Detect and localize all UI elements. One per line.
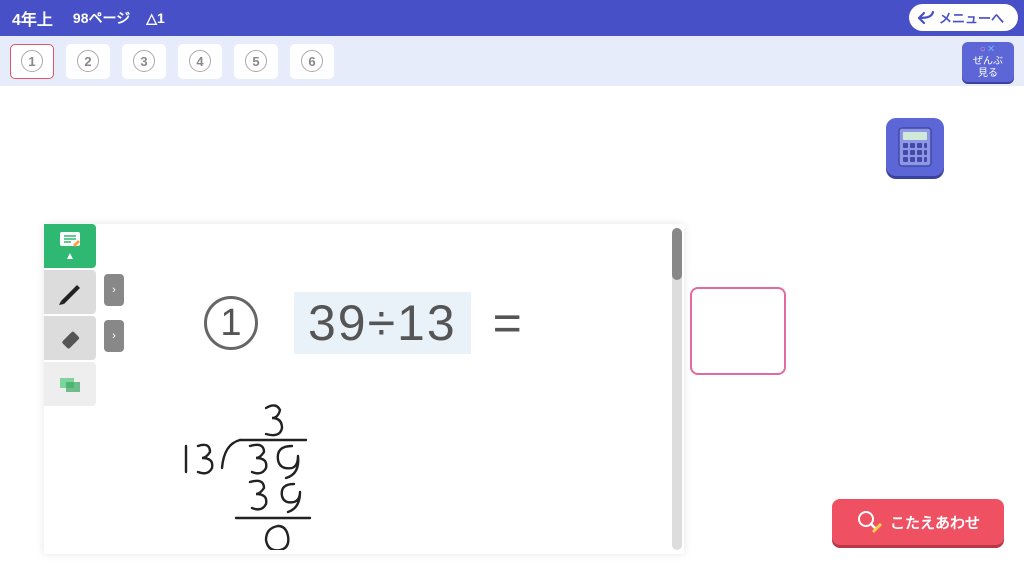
chevron-up-icon: ▲ xyxy=(65,251,75,262)
tab-2[interactable]: 2 xyxy=(66,44,110,79)
zenbu-line2: 見る xyxy=(978,68,998,80)
question-tabs-bar: 1 2 3 4 5 6 ○✕ ぜんぶ 見る xyxy=(0,36,1024,86)
check-answer-button[interactable]: こたえあわせ xyxy=(832,499,1004,545)
problem-number: 1 xyxy=(204,296,258,350)
calculator-button[interactable] xyxy=(886,118,944,176)
tab-num-1: 1 xyxy=(21,50,43,72)
note-tool[interactable]: ▲ xyxy=(44,224,96,268)
answer-input-box[interactable] xyxy=(690,287,786,375)
reply-arrow-icon xyxy=(917,10,935,26)
page-label: 98ページ xyxy=(73,8,130,28)
grade-label: 4年上 xyxy=(12,6,53,30)
tab-4[interactable]: 4 xyxy=(178,44,222,79)
tab-6[interactable]: 6 xyxy=(290,44,334,79)
equals-sign: = xyxy=(493,294,522,352)
eraser-tool[interactable] xyxy=(44,316,96,360)
calculator-icon xyxy=(898,127,932,167)
app-header: 4年上 98ページ △1 メニューへ xyxy=(0,0,1024,36)
zenbu-line1: ぜんぶ xyxy=(973,56,1003,68)
tab-num-4: 4 xyxy=(189,50,211,72)
highlight-tool[interactable] xyxy=(44,362,96,406)
problem-expression: 39÷13 xyxy=(294,292,471,354)
note-icon xyxy=(59,231,81,249)
tab-3[interactable]: 3 xyxy=(122,44,166,79)
chevron-right-icon: › xyxy=(112,330,116,342)
tab-num-3: 3 xyxy=(133,50,155,72)
scrollbar-thumb[interactable] xyxy=(672,228,682,280)
tab-1[interactable]: 1 xyxy=(10,44,54,79)
tab-5[interactable]: 5 xyxy=(234,44,278,79)
tab-num-5: 5 xyxy=(245,50,267,72)
check-answer-label: こたえあわせ xyxy=(890,512,980,533)
expand-pen-button[interactable]: › xyxy=(104,274,124,306)
ox-icon: ○✕ xyxy=(980,44,996,56)
highlight-icon xyxy=(58,374,82,394)
eraser-icon xyxy=(59,327,81,349)
magnifier-pencil-icon xyxy=(856,509,882,535)
workspace-canvas[interactable]: ▲ › › 1 39÷13 = xyxy=(44,224,684,554)
menu-label: メニューへ xyxy=(939,8,1004,27)
pen-tool[interactable] xyxy=(44,270,96,314)
tool-column: ▲ xyxy=(44,224,96,408)
difficulty-label: △1 xyxy=(146,10,165,27)
view-all-button[interactable]: ○✕ ぜんぶ 見る xyxy=(962,42,1014,82)
tab-num-2: 2 xyxy=(77,50,99,72)
workspace-scrollbar[interactable] xyxy=(672,228,682,550)
pen-icon xyxy=(57,279,83,305)
tab-num-6: 6 xyxy=(301,50,323,72)
chevron-right-icon: › xyxy=(112,284,116,296)
handwriting-work xyxy=(166,400,366,550)
problem-display: 1 39÷13 = xyxy=(204,292,522,354)
expand-eraser-button[interactable]: › xyxy=(104,320,124,352)
menu-button[interactable]: メニューへ xyxy=(909,4,1018,31)
